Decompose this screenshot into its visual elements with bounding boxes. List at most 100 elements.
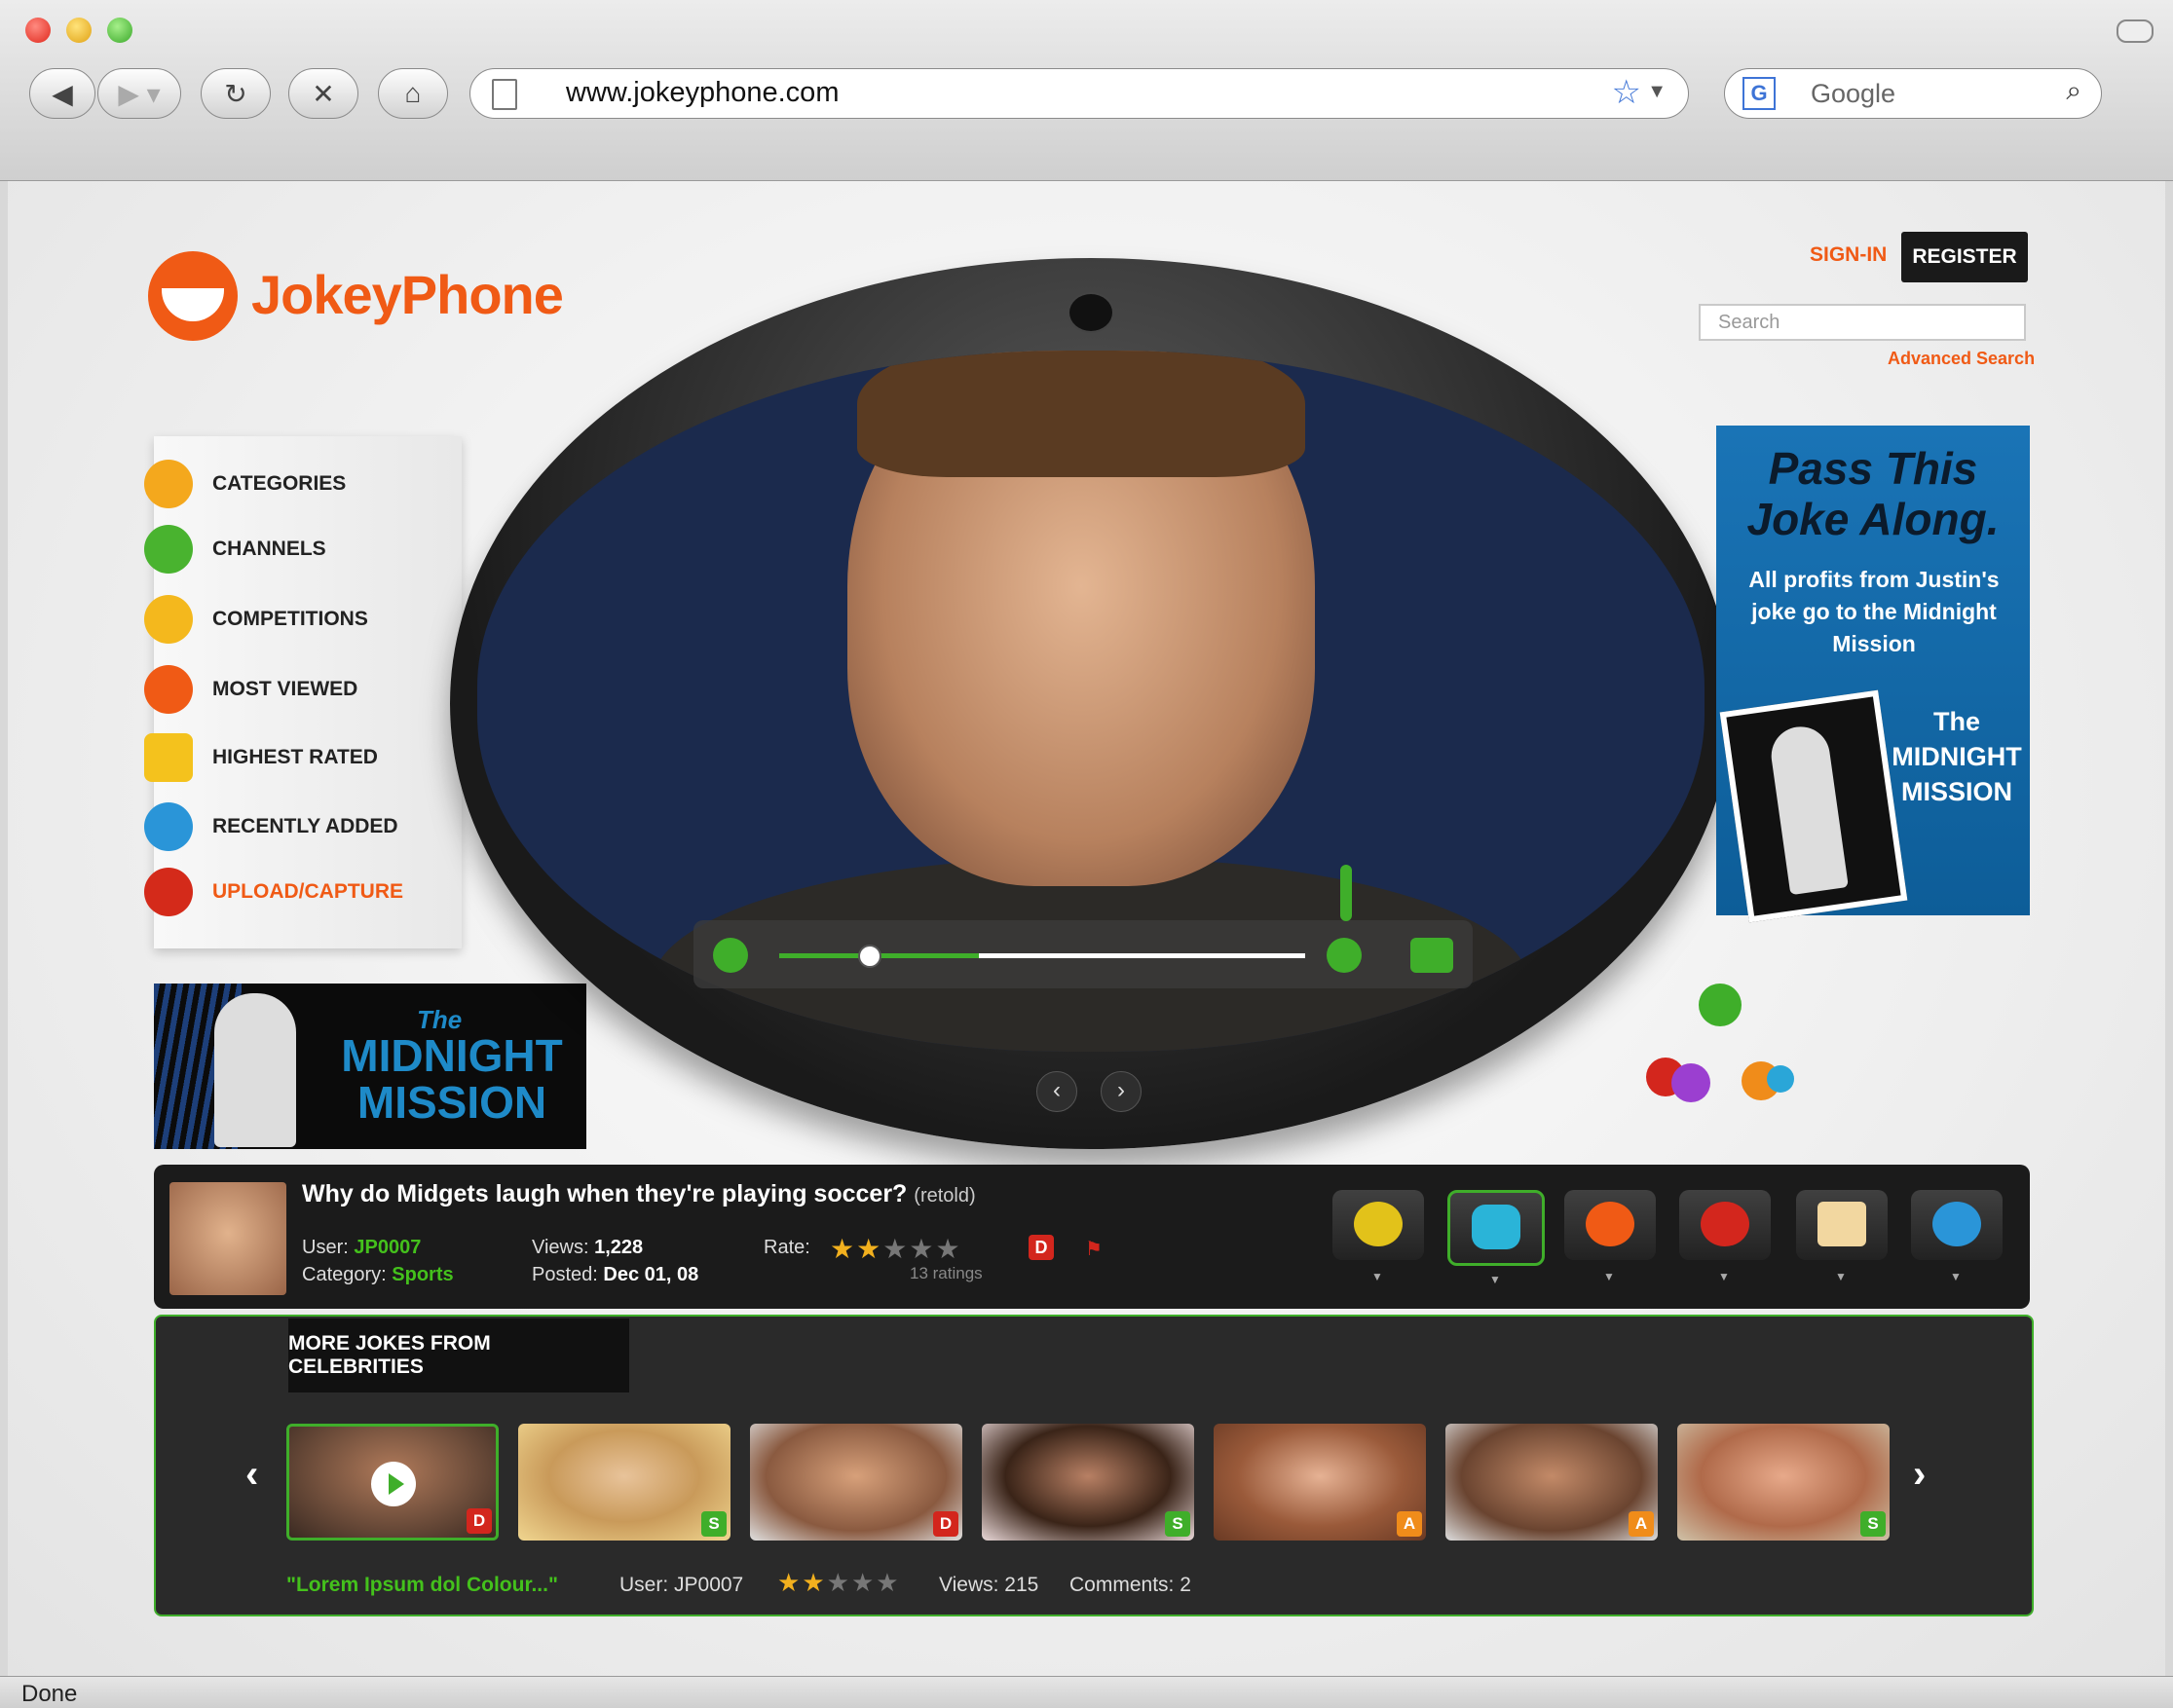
retold-label: (retold) [914,1185,976,1207]
history-dropdown-icon[interactable]: ▼ [1647,81,1667,103]
home-icon: ⌂ [404,78,422,108]
celebrity-joke-thumb[interactable]: A [1445,1424,1658,1541]
tv-button[interactable]: ▼ [1447,1190,1545,1286]
celebrity-joke-thumb[interactable]: S [518,1424,731,1541]
nav-item-label: CHANNELS [212,538,326,560]
ad-body: All profits from Justin's joke go to the… [1748,567,2000,656]
comment-button[interactable]: ▼ [1564,1190,1656,1283]
joke-title-text: Why do Midgets laugh when they're playin… [302,1180,908,1207]
social-network-graphic [1636,974,1812,1149]
user-link[interactable]: JP0007 [354,1237,421,1258]
nav-item-competitions[interactable]: COMPETITIONS [144,595,368,644]
reload-button[interactable]: ↻ [201,68,271,119]
google-icon[interactable]: G [1742,77,1776,110]
star-filled-icon[interactable]: ★ [830,1234,856,1264]
joke-author-avatar[interactable] [169,1182,286,1295]
joke-info-bar: Why do Midgets laugh when they're playin… [154,1165,2030,1309]
celebrity-joke-thumb[interactable]: D [750,1424,962,1541]
star-filled-icon[interactable]: ★ [856,1234,882,1264]
share-icon [1354,1202,1403,1246]
next-video-button[interactable]: › [1101,1071,1142,1112]
nav-item-categories[interactable]: CATEGORIES [144,460,347,508]
joke-category: Category: Sports [302,1264,454,1286]
celebrity-joke-thumb[interactable]: S [1677,1424,1890,1541]
celebrity-joke-thumb[interactable]: S [982,1424,1194,1541]
search-engine-input[interactable]: Google [1811,79,1895,109]
chevron-down-icon: ▼ [1603,1270,1615,1283]
upload-icon [144,868,193,916]
views-value: 1,228 [594,1237,644,1258]
nav-item-label: UPLOAD/CAPTURE [212,880,404,903]
selected-joke-title[interactable]: "Lorem Ipsum dol Colour..." [286,1574,558,1597]
share-button[interactable]: ▼ [1332,1190,1424,1283]
star-empty-icon[interactable]: ★ [827,1568,851,1597]
home-button[interactable]: ⌂ [378,68,448,119]
stop-button[interactable]: ✕ [288,68,358,119]
seek-handle[interactable] [858,945,881,968]
nav-item-recently-added[interactable]: RECENTLY ADDED [144,802,398,851]
volume-button[interactable] [1327,938,1362,973]
chevron-down-icon: ▼ [1835,1270,1847,1283]
nav-item-channels[interactable]: CHANNELS [144,525,326,574]
person-icon [1767,1065,1794,1093]
star-empty-icon[interactable]: ★ [935,1234,961,1264]
register-button[interactable]: REGISTER [1901,232,2028,282]
rating-stars[interactable]: ★★★★★ [830,1233,962,1265]
url-text[interactable]: www.jokeyphone.com [566,77,839,109]
joke-views: Views: 1,228 [532,1237,643,1259]
celebrity-joke-thumb[interactable]: A [1214,1424,1426,1541]
search-icon[interactable]: ⌕ [2066,75,2081,107]
address-bar[interactable]: www.jokeyphone.com ☆ ▼ [469,68,1689,119]
advanced-search-link[interactable]: Advanced Search [1888,349,2035,369]
minimize-window-button[interactable] [66,18,92,43]
flag-icon[interactable]: ⚑ [1085,1237,1103,1261]
video-frame-hair [857,351,1305,477]
message-button[interactable]: ▼ [1796,1190,1888,1283]
star-empty-icon[interactable]: ★ [851,1568,876,1597]
nav-item-label: COMPETITIONS [212,608,368,630]
back-button[interactable]: ◀ [29,68,95,119]
volume-slider[interactable] [1340,865,1352,921]
toolbar-toggle-button[interactable] [2117,19,2154,43]
browser-toolbar: ◀ ▶ ▾ ↻ ✕ ⌂ www.jokeyphone.com ☆ ▼ G Goo… [0,0,2173,181]
message-icon [1817,1202,1866,1246]
star-empty-icon[interactable]: ★ [882,1234,909,1264]
celebrity-joke-thumb[interactable]: D [286,1424,499,1541]
rating-badge: A [1397,1511,1422,1537]
nav-item-highest-rated[interactable]: HIGHEST RATED [144,733,378,782]
play-button[interactable] [713,938,748,973]
site-logo[interactable]: JokeyPhone [251,263,564,326]
camera-icon [1068,292,1114,333]
rating-badge: S [1165,1511,1190,1537]
carousel-next-button[interactable]: › [1913,1453,1926,1497]
friends-button[interactable]: ▼ [1911,1190,2003,1283]
stop-icon: ✕ [312,78,335,109]
star-empty-icon[interactable]: ★ [876,1568,900,1597]
sign-in-link[interactable]: SIGN-IN [1810,243,1887,267]
play-icon[interactable] [371,1462,416,1506]
star-empty-icon[interactable]: ★ [909,1234,935,1264]
nav-item-most-viewed[interactable]: MOST VIEWED [144,665,357,714]
close-window-button[interactable] [25,18,51,43]
fullscreen-button[interactable] [1410,938,1453,973]
nav-item-upload-capture[interactable]: UPLOAD/CAPTURE [144,868,404,916]
search-engine-bar[interactable]: G Google ⌕ [1724,68,2102,119]
star-filled-icon[interactable]: ★ [777,1568,802,1597]
forward-button[interactable]: ▶ ▾ [97,68,181,119]
jokeyphone-logo-icon[interactable] [148,251,238,341]
nav-item-label: CATEGORIES [212,472,347,495]
charity-ad[interactable]: Pass This Joke Along. All profits from J… [1716,426,2030,923]
star-filled-icon[interactable]: ★ [802,1568,826,1597]
favorite-button[interactable]: ▼ [1679,1190,1771,1283]
site-search-input[interactable]: Search [1699,304,2026,341]
comment-icon [1586,1202,1634,1246]
midnight-mission-banner[interactable]: The MIDNIGHT MISSION [154,984,586,1149]
rating-badge: S [1860,1511,1886,1537]
banner-title: MIDNIGHT MISSION [341,1030,563,1128]
bookmark-star-icon[interactable]: ☆ [1612,73,1641,112]
zoom-window-button[interactable] [107,18,132,43]
previous-video-button[interactable]: ‹ [1036,1071,1077,1112]
seek-bar[interactable] [779,945,1305,968]
category-link[interactable]: Sports [392,1264,453,1285]
carousel-prev-button[interactable]: ‹ [245,1453,258,1497]
